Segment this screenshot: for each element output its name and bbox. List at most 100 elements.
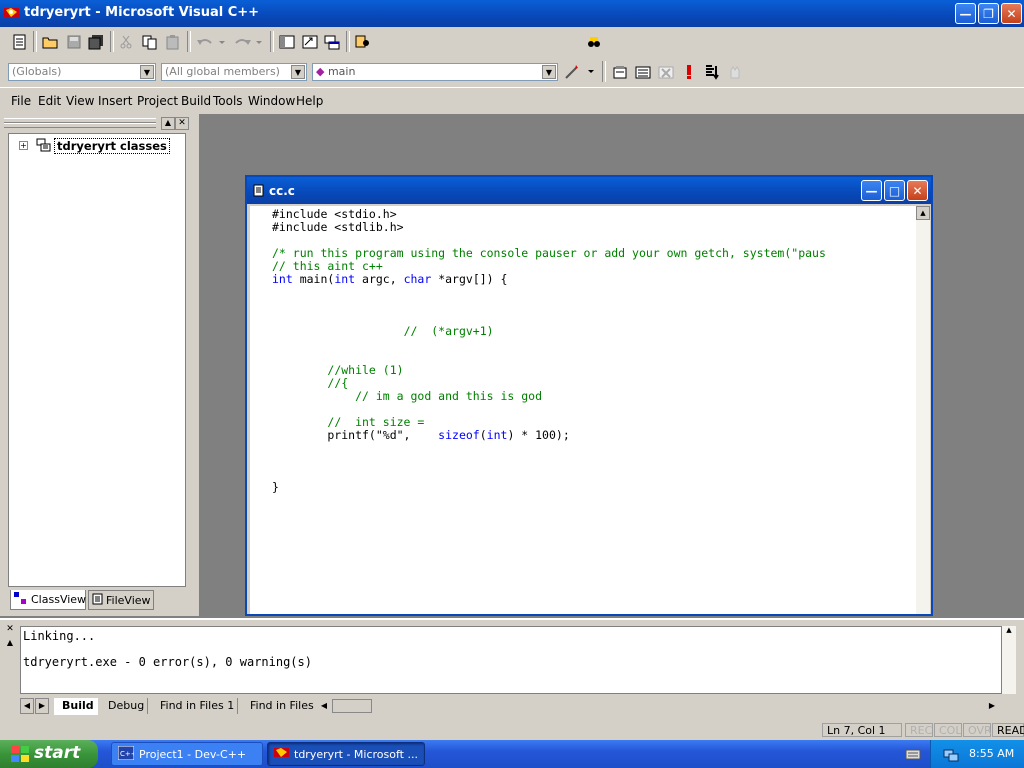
menu-file[interactable]: File <box>11 94 31 108</box>
menu-insert[interactable]: Insert <box>98 94 132 108</box>
doc-maximize-button[interactable]: □ <box>884 180 905 201</box>
menu-tools[interactable]: Tools <box>213 94 243 108</box>
function-combo-value: main <box>327 65 356 78</box>
gripper[interactable] <box>4 123 156 128</box>
code-line[interactable]: int main(int argc, char *argv[]) { <box>272 273 826 286</box>
scroll-up-icon[interactable]: ▲ <box>916 206 930 220</box>
menu-help[interactable]: Help <box>296 94 323 108</box>
taskbar-item-label: tdryeryrt - Microsoft ... <box>294 747 418 761</box>
expand-icon[interactable]: + <box>19 141 28 150</box>
go-icon[interactable] <box>701 61 723 83</box>
members-combo[interactable]: (All global members) ▼ <box>161 63 307 81</box>
document-title-bar[interactable]: cc.c — □ ✕ <box>247 177 931 204</box>
code-line[interactable]: ​ <box>272 286 826 299</box>
build-icon[interactable] <box>632 61 654 83</box>
tab-fileview[interactable]: FileView <box>88 590 154 610</box>
tab-classview[interactable]: ClassView <box>10 590 86 610</box>
workspace-icon[interactable] <box>276 31 298 53</box>
fileview-icon <box>92 593 103 608</box>
hscroll-right-icon[interactable]: ▶ <box>986 698 998 714</box>
tab-find-in-files-2[interactable]: Find in Files 2 <box>242 698 316 714</box>
network-icon[interactable] <box>943 746 959 765</box>
copy-icon[interactable] <box>139 31 161 53</box>
menu-window[interactable]: Window <box>248 94 295 108</box>
code-editor[interactable]: #include <stdio.h>#include <stdlib.h>​/*… <box>250 206 916 614</box>
function-combo[interactable]: ◆ main ▼ <box>312 63 558 81</box>
clock[interactable]: 8:55 AM <box>969 747 1014 760</box>
stop-build-icon[interactable] <box>655 61 677 83</box>
insert-breakpoint-icon[interactable] <box>724 61 746 83</box>
menu-view[interactable]: View <box>66 94 94 108</box>
taskbar-item-msvc[interactable]: tdryeryrt - Microsoft ... <box>267 742 425 766</box>
execute-icon[interactable] <box>678 61 700 83</box>
open-icon[interactable] <box>39 31 61 53</box>
close-icon: ✕ <box>1006 6 1017 21</box>
tab-scroll-left-icon[interactable]: ◀ <box>20 698 34 714</box>
restore-button[interactable]: ❐ <box>978 3 999 24</box>
paste-icon[interactable] <box>162 31 184 53</box>
code-line[interactable]: } <box>272 481 826 494</box>
wizard-action-icon[interactable] <box>562 61 596 83</box>
maximize-pane-icon[interactable]: ▲ <box>4 638 16 649</box>
hscroll-left-icon[interactable]: ◀ <box>318 698 330 714</box>
close-pane-icon[interactable]: ✕ <box>175 117 189 130</box>
code-line[interactable]: #include <stdlib.h> <box>272 221 826 234</box>
output-icon[interactable] <box>299 31 321 53</box>
chevron-down-icon[interactable]: ▼ <box>140 65 154 79</box>
cut-icon[interactable] <box>115 31 137 53</box>
keyboard-icon[interactable] <box>905 747 921 764</box>
vertical-scrollbar[interactable]: ▲ <box>916 206 930 614</box>
tab-build[interactable]: Build <box>54 698 98 715</box>
tab-debug[interactable]: Debug <box>100 698 148 714</box>
output-text[interactable]: Linking... tdryeryrt.exe - 0 error(s), 0… <box>20 626 1002 694</box>
tab-scroll-right-icon[interactable]: ▶ <box>35 698 49 714</box>
status-bar: Ln 7, Col 1 REC COL OVR READ <box>0 720 1024 740</box>
find-icon[interactable] <box>583 31 605 53</box>
tab-find-in-files-1[interactable]: Find in Files 1 <box>152 698 238 714</box>
close-pane-icon[interactable]: ✕ <box>4 624 16 635</box>
menu-build[interactable]: Build <box>181 94 211 108</box>
hscroll-thumb[interactable] <box>332 699 372 713</box>
save-icon[interactable] <box>63 31 85 53</box>
chevron-down-icon[interactable]: ▼ <box>291 65 305 79</box>
find-in-files-icon[interactable] <box>352 31 374 53</box>
undo-icon[interactable] <box>193 31 227 53</box>
doc-close-button[interactable]: ✕ <box>907 180 928 201</box>
code-line[interactable]: ​ <box>272 468 826 481</box>
close-button[interactable]: ✕ <box>1001 3 1022 24</box>
minimize-button[interactable]: — <box>955 3 976 24</box>
minimize-icon: — <box>865 183 878 198</box>
code-line[interactable]: // (*argv+1) <box>272 325 826 338</box>
visual-cpp-icon <box>4 6 19 19</box>
code-line[interactable]: //while (1) <box>272 364 826 377</box>
scroll-up-icon[interactable]: ▲ <box>1002 626 1016 634</box>
taskbar-item-label: Project1 - Dev-C++ <box>139 747 247 761</box>
code-line[interactable]: // im a god and this is god <box>272 390 826 403</box>
chevron-down-icon[interactable]: ▼ <box>542 65 556 79</box>
window-list-icon[interactable] <box>321 31 343 53</box>
compile-icon[interactable] <box>609 61 631 83</box>
maximize-pane-icon[interactable]: ▲ <box>161 117 175 130</box>
menu-edit[interactable]: Edit <box>38 94 61 108</box>
tree-root-label[interactable]: tdryeryrt classes <box>54 138 170 154</box>
code-text[interactable]: #include <stdio.h>#include <stdlib.h>​/*… <box>272 208 826 494</box>
redo-icon[interactable] <box>230 31 264 53</box>
scope-combo[interactable]: (Globals) ▼ <box>8 63 156 81</box>
ovr-indicator: OVR <box>963 723 992 737</box>
code-line[interactable]: ​ <box>272 442 826 455</box>
taskbar-item-devcpp[interactable]: C++ Project1 - Dev-C++ <box>111 742 263 766</box>
doc-minimize-button[interactable]: — <box>861 180 882 201</box>
code-line[interactable]: printf("%d", sizeof(int) * 100); <box>272 429 826 442</box>
document-title: cc.c <box>269 184 295 198</box>
output-line: tdryeryrt.exe - 0 error(s), 0 warning(s) <box>23 655 312 669</box>
menu-project[interactable]: Project <box>137 94 178 108</box>
code-line[interactable]: ​ <box>272 455 826 468</box>
save-all-icon[interactable] <box>85 31 107 53</box>
output-vertical-scrollbar[interactable]: ▲ <box>1002 626 1016 694</box>
start-button[interactable]: start <box>0 740 98 768</box>
window-title: tdryeryrt - Microsoft Visual C++ <box>24 5 260 20</box>
code-line[interactable]: ​ <box>272 299 826 312</box>
minimize-icon: — <box>959 6 972 21</box>
code-line[interactable]: ​ <box>272 338 826 351</box>
new-text-file-icon[interactable] <box>9 31 31 53</box>
